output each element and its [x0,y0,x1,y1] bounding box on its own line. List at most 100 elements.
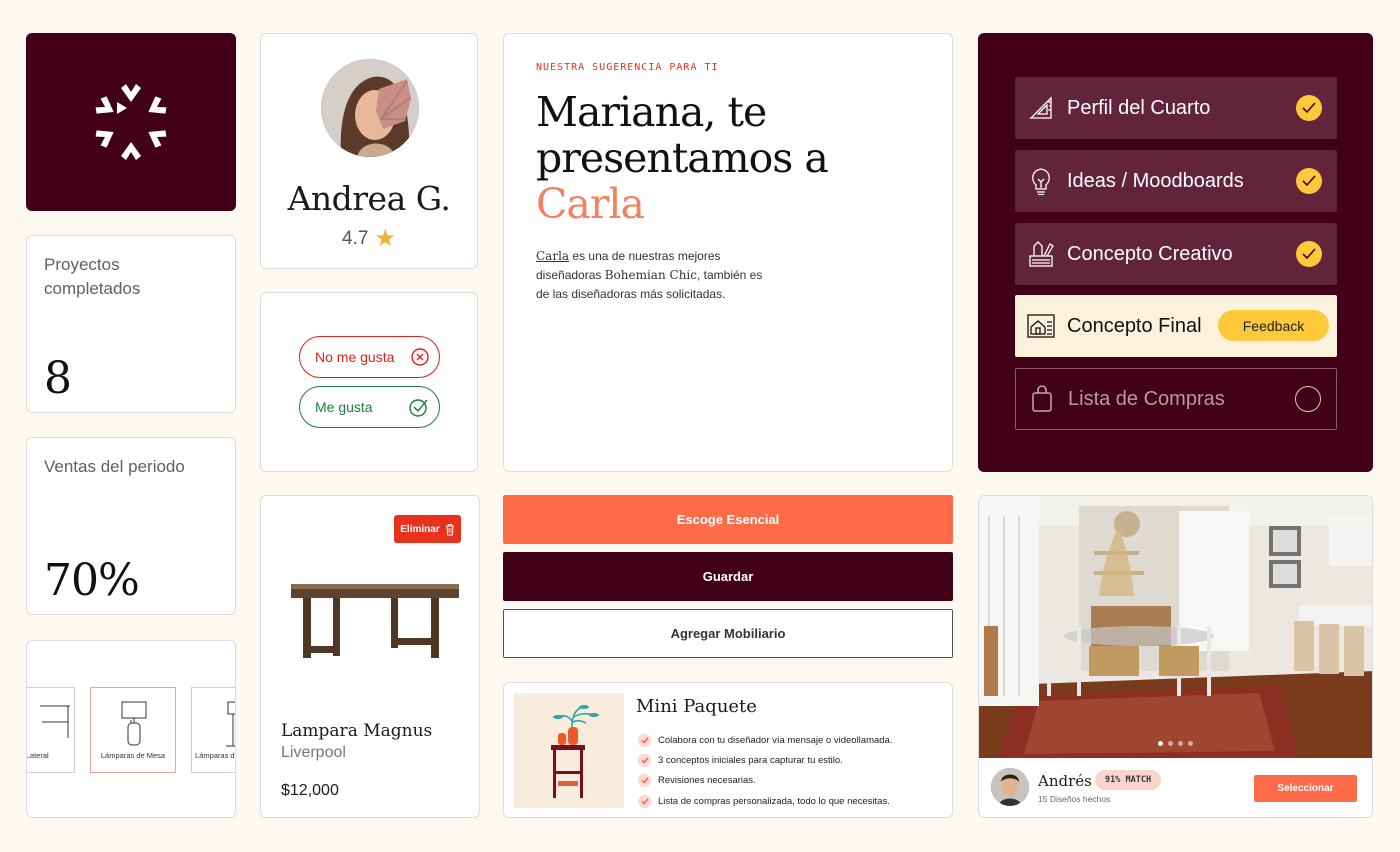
trash-icon [445,523,454,535]
check-icon [638,774,651,788]
empty-circle-icon [1295,386,1321,412]
hero-title-accent: Carla [536,180,645,228]
delete-button[interactable]: Eliminar [394,515,461,543]
step-concepto-final[interactable]: Concepto Final Feedback [1015,295,1337,357]
category-card-table-lamps[interactable]: Lámparas de Mesa [90,687,176,773]
check-circle-icon [409,399,428,417]
ruler-triangle-icon [1027,94,1055,122]
designer-link[interactable]: Carla [536,249,569,263]
avatar [321,59,419,157]
list-item: Colabora con tu diseñador vía mensaje o … [638,730,892,750]
close-circle-icon [411,348,429,366]
step-label: Lista de Compras [1068,387,1225,410]
profile-name: Andrea G. [287,179,451,218]
package-card[interactable]: Mini Paquete Colabora con tu diseñador v… [503,682,953,818]
step-perfil-del-cuarto[interactable]: Perfil del Cuarto [1015,77,1337,139]
carousel-dot[interactable] [1158,741,1163,746]
step-label: Ideas / Moodboards [1067,169,1244,192]
category-label: Lámparas de Mesa [100,751,166,760]
product-store: Liverpool [281,744,346,761]
carousel-dot[interactable] [1188,741,1193,746]
list-item: 3 conceptos iniciales para capturar tu e… [638,750,892,770]
carousel-dot[interactable] [1168,741,1173,746]
check-icon [638,733,651,747]
like-button[interactable]: Me gusta [299,386,440,428]
designer-name: Andrés [1038,772,1092,790]
feature-list: Colabora con tu diseñador vía mensaje o … [638,730,892,811]
room-render-image[interactable] [979,496,1373,758]
rating-value: 4.7 [342,228,369,249]
style-name: Bohemian Chic [604,268,697,282]
list-item: Revisiones necesarias. [638,771,892,791]
product-card[interactable]: Eliminar Lampara Magnus Liverpool $12,00… [260,495,480,818]
brand-logo-icon [93,84,169,160]
step-concepto-creativo[interactable]: Concepto Creativo [1015,223,1337,285]
designs-count: 15 Diseños hechos [1038,794,1111,804]
category-card-side-table[interactable]: Mesa Lateral [26,687,75,773]
dislike-label: No me gusta [315,349,395,365]
category-label: Lámparas de Pie [195,751,235,760]
shopping-bag-icon [1028,385,1056,413]
hero-title: Mariana, te presentamos a Carla [536,88,829,228]
stat-label: Proyectos completados [44,255,141,298]
package-title: Mini Paquete [636,696,757,717]
hero-title-line: presentamos a [536,134,829,182]
progress-steps: Perfil del Cuarto Ideas / Moodboards Con… [978,33,1373,472]
avatar [991,768,1029,806]
stat-card-projects: Proyectos completados 8 [26,235,236,413]
check-icon [1296,95,1322,121]
add-furniture-button[interactable]: Agregar Mobiliario [503,609,953,658]
feature-text: Revisiones necesarias. [658,775,756,787]
lightbulb-icon [1027,167,1055,195]
save-button[interactable]: Guardar [503,552,953,601]
category-label: Mesa Lateral [26,751,49,760]
product-price: $12,000 [281,782,339,799]
stat-value: 70% [44,555,140,606]
package-image [514,693,624,808]
delete-label: Eliminar [400,523,440,535]
step-lista-de-compras[interactable]: Lista de Compras [1015,368,1337,430]
feature-text: Lista de compras personalizada, todo lo … [658,795,890,807]
like-label: Me gusta [315,399,373,415]
brand-logo [26,33,236,211]
step-label: Concepto Creativo [1067,242,1233,265]
star-icon: ★ [374,225,396,252]
dislike-button[interactable]: No me gusta [299,336,440,378]
step-ideas-moodboards[interactable]: Ideas / Moodboards [1015,150,1337,212]
check-icon [1296,241,1322,267]
carousel-dots[interactable] [979,741,1372,746]
product-name: Lampara Magnus [281,721,433,741]
check-icon [638,794,651,808]
select-button[interactable]: Seleccionar [1254,775,1357,802]
check-icon [638,753,651,767]
reaction-card: No me gusta Me gusta [260,292,478,472]
hero-description: Carla es una de nuestras mejores diseñad… [536,247,776,304]
step-label: Concepto Final [1067,314,1202,337]
stat-card-sales: Ventas del periodo 70% [26,437,236,615]
side-table-icon [40,705,70,738]
designer-profile-card[interactable]: Andrea G. 4.7 ★ [260,33,478,269]
rating: 4.7 ★ [261,224,477,253]
step-label: Perfil del Cuarto [1067,96,1211,119]
eyebrow: NUESTRA SUGERENCIA PARA TI [536,62,719,73]
hero-title-line: Mariana, te [536,88,767,136]
floor-lamp-icon [226,701,235,747]
suggestion-card: NUESTRA SUGERENCIA PARA TI Mariana, te p… [503,33,953,472]
feedback-badge[interactable]: Feedback [1218,310,1329,341]
stat-label: Ventas del periodo [44,457,185,476]
match-badge: 91% MATCH [1095,770,1162,790]
choose-essential-button[interactable]: Escoge Esencial [503,495,953,544]
designer-portfolio-card[interactable]: Andrés 91% MATCH 15 Diseños hechos Selec… [978,495,1373,818]
check-icon [1296,168,1322,194]
feature-text: 3 conceptos iniciales para capturar tu e… [658,754,843,766]
blueprint-icon [1027,312,1055,340]
category-carousel: Mesa Lateral Lámparas de Mesa Lámparas d… [26,640,236,818]
list-item: Lista de compras personalizada, todo lo … [638,791,892,811]
product-image [291,584,459,658]
table-lamp-icon [121,701,147,746]
feature-text: Colabora con tu diseñador vía mensaje o … [658,734,893,746]
stat-value: 8 [44,353,72,404]
design-tools-icon [1027,240,1055,268]
category-card-floor-lamps[interactable]: Lámparas de Pie [191,687,235,773]
carousel-dot[interactable] [1178,741,1183,746]
